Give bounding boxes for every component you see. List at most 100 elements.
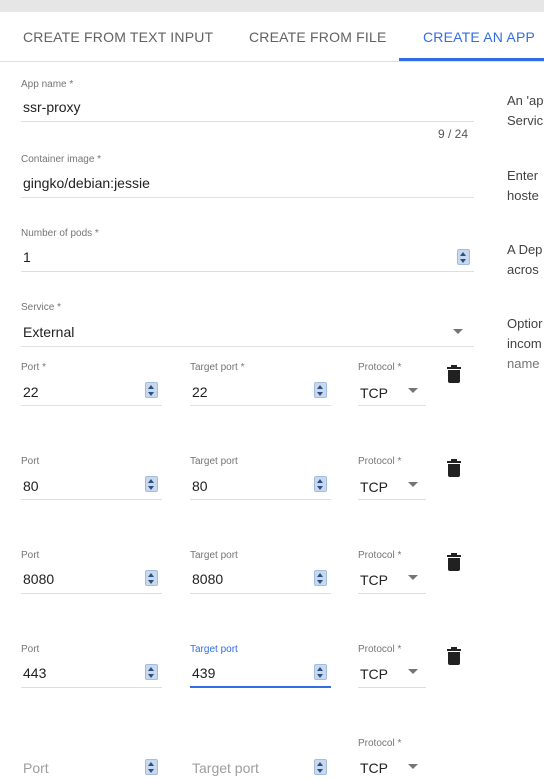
port-stepper[interactable] — [145, 570, 158, 586]
number-of-pods-label: Number of pods * — [21, 228, 99, 239]
tab-create-from-file[interactable]: CREATE FROM FILE — [249, 12, 387, 62]
target-port-label: Target port — [190, 644, 238, 655]
port-input[interactable]: 80 — [23, 478, 39, 494]
protocol-select[interactable]: TCP — [360, 760, 388, 776]
tab-create-an-app[interactable]: CREATE AN APP — [423, 12, 535, 62]
port-label: Port — [21, 456, 40, 467]
port-underline — [21, 405, 162, 406]
protocol-label: Protocol * — [358, 738, 402, 749]
target-port-underline — [190, 499, 331, 500]
target-port-input[interactable]: 22 — [192, 384, 208, 400]
protocol-field: Protocol * TCP — [358, 550, 426, 595]
app-name-underline — [21, 121, 474, 122]
port-underline — [21, 499, 162, 500]
help-text-container-image: Enter hoste — [507, 168, 539, 203]
port-input[interactable]: 8080 — [23, 571, 54, 587]
port-field: Port * 22 — [21, 362, 162, 407]
protocol-label: Protocol * — [358, 456, 402, 467]
pods-stepper[interactable] — [457, 249, 470, 265]
protocol-underline — [358, 405, 426, 406]
port-field: Port — [21, 738, 162, 780]
protocol-underline — [358, 593, 426, 594]
target-port-label: Target port * — [190, 362, 245, 373]
app-name-input[interactable]: ssr-proxy — [23, 99, 81, 115]
port-stepper[interactable] — [145, 476, 158, 492]
target-port-label: Target port — [190, 550, 238, 561]
protocol-underline — [358, 499, 426, 500]
target-port-stepper[interactable] — [314, 382, 327, 398]
protocol-dropdown-icon[interactable] — [408, 575, 418, 580]
number-of-pods-underline — [21, 271, 474, 272]
help-text-pods: A Dep acros — [507, 242, 543, 277]
container-image-underline — [21, 197, 474, 198]
protocol-field: Protocol * TCP — [358, 644, 426, 689]
tab-create-from-text-input[interactable]: CREATE FROM TEXT INPUT — [23, 12, 213, 62]
protocol-dropdown-icon[interactable] — [408, 669, 418, 674]
delete-port-icon[interactable] — [447, 553, 461, 571]
port-input[interactable]: 443 — [23, 665, 46, 681]
port-input[interactable]: Port — [23, 760, 49, 776]
target-port-input[interactable]: 439 — [192, 665, 215, 681]
active-tab-indicator — [399, 58, 544, 61]
protocol-select[interactable]: TCP — [360, 479, 388, 495]
target-port-underline — [190, 593, 331, 594]
protocol-dropdown-icon[interactable] — [408, 388, 418, 393]
target-port-input[interactable]: Target port — [192, 760, 259, 776]
delete-port-icon[interactable] — [447, 365, 461, 383]
protocol-select[interactable]: TCP — [360, 666, 388, 682]
service-label: Service * — [21, 302, 62, 313]
service-select[interactable]: External — [23, 324, 74, 340]
protocol-underline — [358, 687, 426, 688]
number-of-pods-field: Number of pods * 1 — [21, 228, 474, 273]
target-port-field: Target port 439 — [190, 644, 331, 689]
service-dropdown-icon[interactable] — [453, 329, 463, 334]
port-field: Port 8080 — [21, 550, 162, 595]
target-port-stepper[interactable] — [314, 664, 327, 680]
protocol-dropdown-icon[interactable] — [408, 764, 418, 769]
port-field: Port 443 — [21, 644, 162, 689]
window-top-strip — [0, 0, 544, 12]
target-port-field: Target port — [190, 738, 331, 780]
target-port-field: Target port 80 — [190, 456, 331, 501]
number-of-pods-input[interactable]: 1 — [23, 249, 31, 265]
tab-bar: CREATE FROM TEXT INPUT CREATE FROM FILE … — [0, 12, 544, 62]
protocol-select[interactable]: TCP — [360, 385, 388, 401]
container-image-field: Container image * gingko/debian:jessie — [21, 154, 474, 199]
protocol-dropdown-icon[interactable] — [408, 482, 418, 487]
protocol-field: Protocol * TCP — [358, 362, 426, 407]
service-field: Service * External — [21, 302, 474, 347]
port-label: Port * — [21, 362, 47, 373]
port-label: Port — [21, 550, 40, 561]
app-name-counter: 9 / 24 — [438, 127, 469, 141]
port-stepper[interactable] — [145, 664, 158, 680]
protocol-label: Protocol * — [358, 362, 402, 373]
help-text-app-name: An 'ap Servic — [507, 93, 544, 128]
help-text-service: Optior incom name — [507, 316, 543, 371]
protocol-label: Protocol * — [358, 644, 402, 655]
port-underline — [21, 687, 162, 688]
delete-port-icon[interactable] — [447, 459, 461, 477]
target-port-stepper[interactable] — [314, 570, 327, 586]
target-port-stepper[interactable] — [314, 476, 327, 492]
target-port-underline — [190, 405, 331, 406]
protocol-label: Protocol * — [358, 550, 402, 561]
container-image-label: Container image * — [21, 154, 102, 165]
target-port-label: Target port — [190, 456, 238, 467]
target-port-input[interactable]: 8080 — [192, 571, 223, 587]
target-port-field: Target port 8080 — [190, 550, 331, 595]
protocol-select[interactable]: TCP — [360, 572, 388, 588]
port-stepper[interactable] — [145, 759, 158, 775]
target-port-input[interactable]: 80 — [192, 478, 208, 494]
container-image-input[interactable]: gingko/debian:jessie — [23, 175, 150, 191]
service-underline — [21, 346, 474, 347]
port-input[interactable]: 22 — [23, 384, 39, 400]
target-port-underline — [190, 686, 331, 688]
target-port-field: Target port * 22 — [190, 362, 331, 407]
port-underline — [21, 593, 162, 594]
app-name-label: App name * — [21, 79, 74, 90]
protocol-field: Protocol * TCP — [358, 738, 426, 780]
target-port-stepper[interactable] — [314, 759, 327, 775]
port-stepper[interactable] — [145, 382, 158, 398]
app-name-field: App name * ssr-proxy 9 / 24 — [21, 79, 474, 141]
delete-port-icon[interactable] — [447, 647, 461, 665]
